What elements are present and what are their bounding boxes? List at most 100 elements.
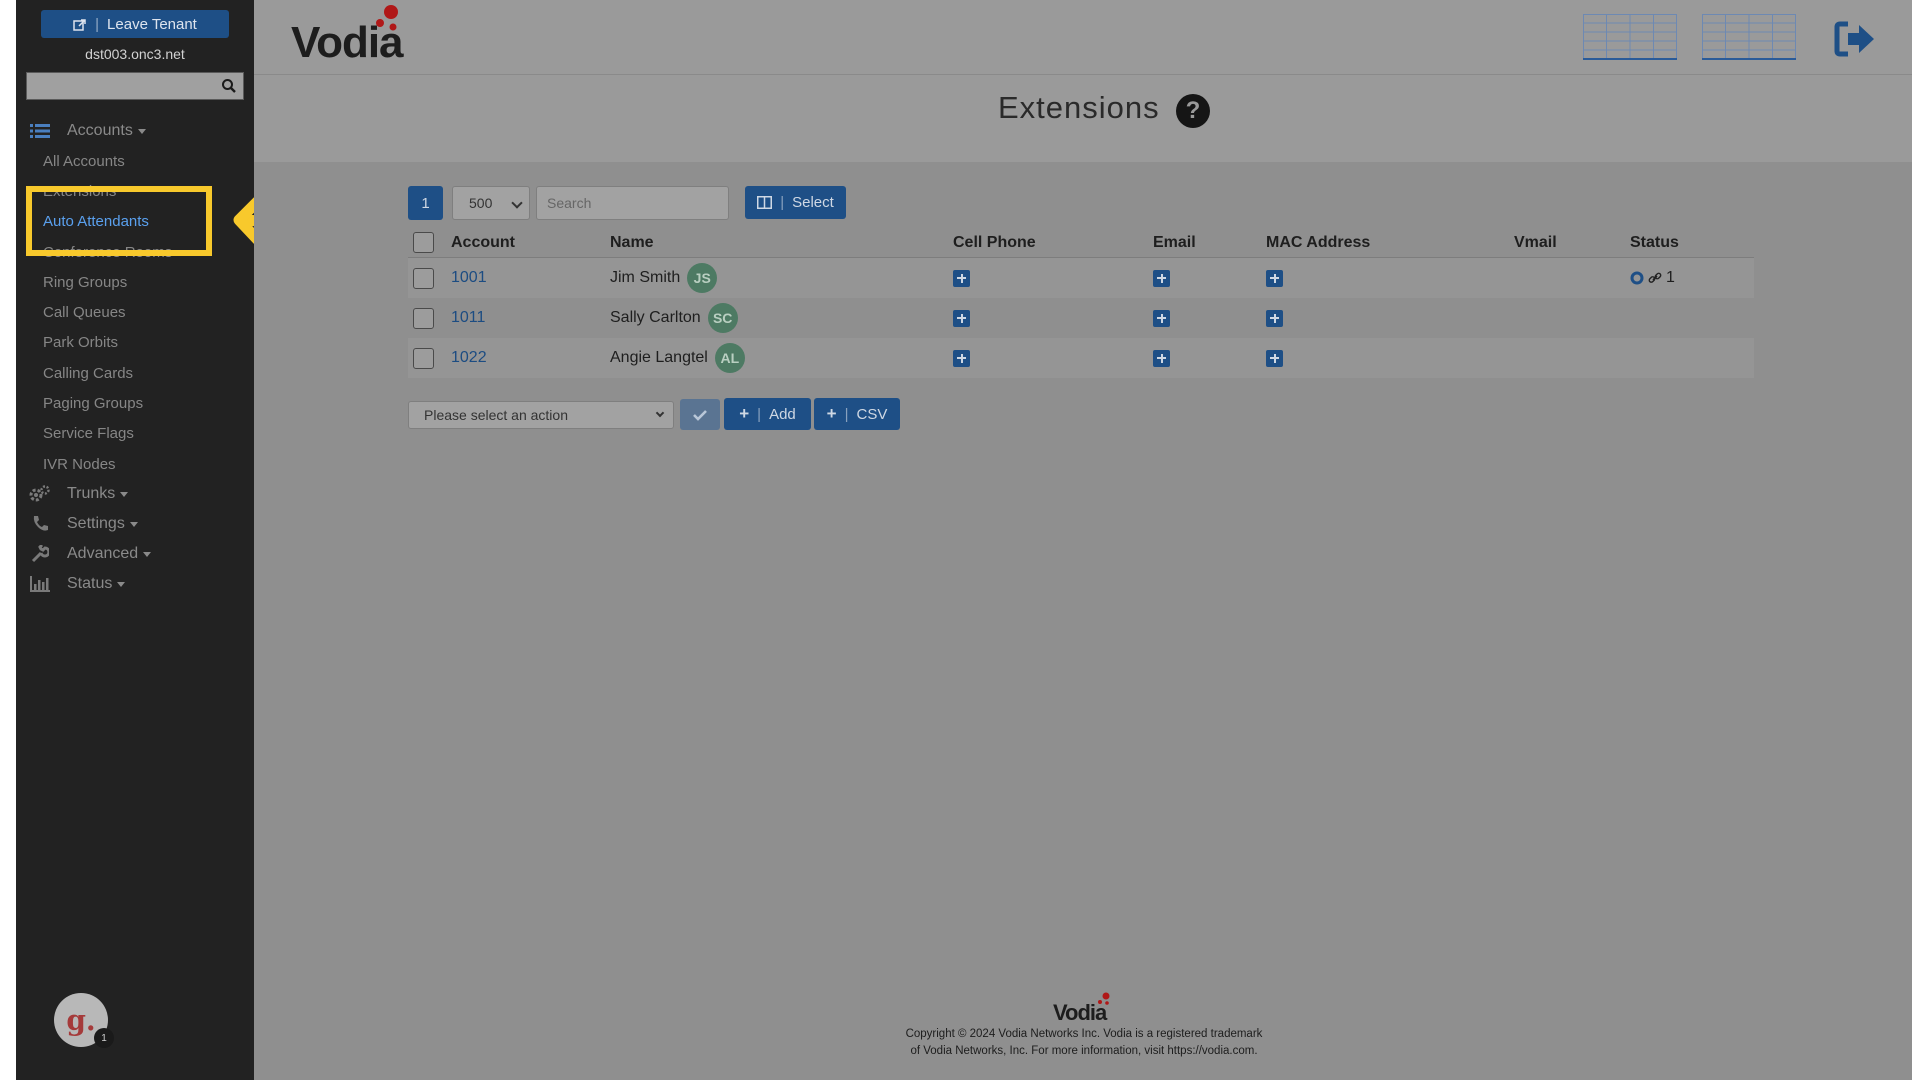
bulk-action-select[interactable]: Please select an action — [408, 401, 674, 429]
select-all-checkbox[interactable] — [413, 232, 434, 253]
extensions-table: Account Name Cell Phone Email MAC Addres… — [408, 228, 1754, 378]
bar-chart-icon — [29, 575, 51, 593]
add-email-icon[interactable] — [1153, 349, 1170, 367]
per-page-select[interactable]: 500 — [452, 186, 530, 220]
add-mac-address-icon[interactable] — [1266, 349, 1283, 367]
chevron-down-icon — [511, 197, 523, 209]
select-label: Select — [792, 194, 834, 211]
csv-button[interactable]: + | CSV — [814, 398, 900, 430]
sidebar-item-park-orbits[interactable]: Park Orbits — [16, 328, 254, 358]
add-mac-address-icon[interactable] — [1266, 309, 1283, 327]
sidebar-item-ring-groups[interactable]: Ring Groups — [16, 267, 254, 297]
footer-logo-dots-icon — [1098, 992, 1110, 1005]
account-link[interactable]: 1011 — [451, 309, 485, 327]
add-cell-phone-icon[interactable] — [953, 269, 970, 287]
list-icon — [29, 122, 51, 140]
header-status[interactable]: Status — [1630, 234, 1679, 252]
logout-icon[interactable] — [1834, 20, 1876, 58]
table-row: 1001 Jim Smith JS 1 — [408, 258, 1754, 298]
header-mac-address[interactable]: MAC Address — [1266, 234, 1370, 252]
link-icon — [1648, 272, 1662, 283]
search-box — [536, 186, 729, 220]
add-button[interactable]: + | Add — [724, 398, 811, 430]
page-number-button[interactable]: 1 — [408, 186, 443, 220]
chevron-down-icon — [655, 408, 665, 418]
nav-group-status[interactable]: Status — [16, 569, 254, 599]
header-email[interactable]: Email — [1153, 234, 1196, 252]
leave-tenant-label: Leave Tenant — [107, 15, 197, 33]
add-email-icon[interactable] — [1153, 269, 1170, 287]
caret-down-icon — [120, 491, 129, 497]
leave-tenant-button[interactable]: | Leave Tenant — [41, 10, 229, 38]
row-checkbox[interactable] — [413, 267, 434, 289]
nav-group-label: Accounts — [67, 122, 133, 139]
bulk-action-placeholder: Please select an action — [424, 407, 568, 423]
account-link[interactable]: 1022 — [451, 349, 487, 367]
table-view-icon[interactable] — [1702, 14, 1796, 60]
sidebar-item-ivr-nodes[interactable]: IVR Nodes — [16, 449, 254, 479]
header-account[interactable]: Account — [451, 234, 515, 252]
notification-badge: 1 — [94, 1028, 114, 1048]
add-email-icon[interactable] — [1153, 309, 1170, 327]
nav-group-advanced[interactable]: Advanced — [16, 539, 254, 569]
header-cell-phone[interactable]: Cell Phone — [953, 234, 1036, 252]
separator: | — [757, 405, 762, 423]
add-label: Add — [769, 405, 796, 423]
sidebar-search-input[interactable] — [27, 73, 217, 99]
nav-group-settings[interactable]: Settings — [16, 509, 254, 539]
table-row: 1011 Sally Carlton SC — [408, 298, 1754, 338]
logo-dots-icon — [376, 5, 398, 31]
highlight-box — [26, 186, 212, 256]
sidebar-item-paging-groups[interactable]: Paging Groups — [16, 388, 254, 418]
caret-down-icon — [129, 521, 138, 527]
initials-badge: JS — [687, 263, 718, 293]
name-text: Angie Langtel — [610, 349, 708, 366]
sidebar-item-service-flags[interactable]: Service Flags — [16, 419, 254, 449]
name-cell: Jim Smith JS — [610, 263, 718, 293]
name-cell: Angie Langtel AL — [610, 343, 745, 373]
sidebar-item-calling-cards[interactable]: Calling Cards — [16, 358, 254, 388]
plus-icon: + — [739, 404, 750, 423]
header-vmail[interactable]: Vmail — [1514, 234, 1557, 252]
top-header: Vodia — [254, 0, 1912, 75]
caret-down-icon — [143, 551, 152, 557]
grid-view-icon[interactable] — [1583, 14, 1677, 60]
row-checkbox[interactable] — [413, 307, 434, 329]
gears-icon — [29, 485, 51, 503]
registration-dot-icon — [1630, 271, 1644, 285]
apply-action-button[interactable] — [680, 399, 720, 430]
leave-icon — [73, 18, 87, 31]
separator: | — [780, 194, 785, 211]
add-mac-address-icon[interactable] — [1266, 269, 1283, 287]
add-cell-phone-icon[interactable] — [953, 309, 970, 327]
table-header: Account Name Cell Phone Email MAC Addres… — [408, 228, 1754, 258]
initials-badge: SC — [707, 303, 738, 333]
add-cell-phone-icon[interactable] — [953, 349, 970, 367]
page-title: Extensions — [998, 90, 1160, 125]
caret-down-icon — [117, 581, 126, 587]
initials-badge: AL — [714, 343, 745, 373]
header-name[interactable]: Name — [610, 234, 654, 252]
nav-group-label: Status — [67, 575, 113, 593]
nav-group-trunks[interactable]: Trunks — [16, 479, 254, 509]
search-input[interactable] — [537, 187, 728, 219]
status-count: 1 — [1666, 269, 1675, 286]
phone-icon — [29, 515, 51, 533]
help-icon[interactable]: ? — [1176, 94, 1210, 128]
row-checkbox[interactable] — [413, 347, 434, 369]
nav-group-accounts[interactable]: Accounts — [16, 116, 254, 146]
name-cell: Sally Carlton SC — [610, 303, 738, 333]
search-icon[interactable] — [221, 78, 237, 94]
name-text: Jim Smith — [610, 269, 681, 286]
wrench-icon — [29, 545, 51, 563]
account-link[interactable]: 1001 — [451, 269, 487, 287]
select-columns-button[interactable]: | Select — [745, 186, 846, 219]
nav-group-label: Advanced — [67, 545, 139, 563]
sidebar-item-all-accounts[interactable]: All Accounts — [16, 146, 254, 176]
csv-label: CSV — [856, 405, 888, 423]
sidebar-item-call-queues[interactable]: Call Queues — [16, 297, 254, 327]
tenant-domain: dst003.onc3.net — [85, 46, 185, 62]
nav-group-label: Settings — [67, 515, 125, 533]
caret-down-icon — [137, 128, 146, 134]
check-icon — [693, 409, 707, 421]
